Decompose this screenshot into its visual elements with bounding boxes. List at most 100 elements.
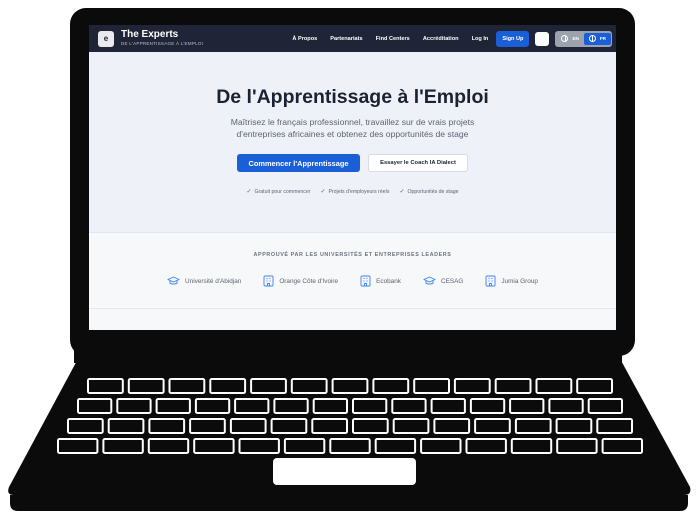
keyboard-key — [352, 398, 388, 414]
section-divider — [89, 308, 616, 309]
nav-link-partenariats[interactable]: Partenariats — [330, 36, 362, 42]
keyboard-key — [311, 418, 348, 434]
keyboard-key — [57, 438, 99, 454]
check-icon: ✓ — [399, 189, 405, 195]
globe-icon — [588, 35, 596, 42]
partner-name: Jumia Group — [501, 277, 538, 285]
hero-title: De l'Apprentissage à l'Emploi — [216, 86, 489, 108]
keyboard-key — [469, 398, 506, 414]
keyboard-key — [514, 418, 552, 434]
keyboard-key — [283, 438, 326, 454]
partner-name: CESAG — [440, 277, 464, 285]
keyboard-key — [155, 398, 191, 414]
signup-button[interactable]: Sign Up — [496, 30, 530, 47]
feature-label: Opportunités de stage — [407, 188, 459, 195]
partner-list: Université d'Abidjan Orange Côte d'Ivoir… — [89, 275, 616, 287]
keyboard-key — [352, 418, 389, 434]
keyboard-key — [556, 438, 598, 454]
hero-section: De l'Apprentissage à l'Emploi Maîtrisez … — [89, 52, 616, 232]
language-switcher: EN FR — [555, 30, 612, 47]
feature-label: Projets d'employeurs réels — [328, 188, 390, 195]
keyboard-key — [329, 438, 371, 454]
keyboard-key — [87, 378, 124, 394]
keyboard-key — [331, 378, 369, 394]
brand[interactable]: The Experts DE L'APPRENTISSAGE À L'EMPLO… — [121, 30, 203, 47]
keyboard-key — [67, 418, 104, 434]
keyboard-key — [116, 398, 152, 414]
keyboard-key — [290, 378, 328, 394]
keyboard-key — [270, 418, 308, 434]
laptop-base — [8, 355, 691, 511]
keyboard-key — [374, 438, 417, 454]
keyboard-key — [147, 438, 190, 454]
theme-toggle-button[interactable] — [535, 31, 550, 46]
keyboard-key — [587, 398, 624, 414]
keyboard-key — [596, 418, 633, 434]
partners-title: APPROUVÉ PAR LES UNIVERSITÉS ET ENTREPRI… — [253, 252, 452, 258]
keyboard-key — [209, 378, 247, 394]
partner-item: Ecobank — [360, 275, 401, 287]
keyboard-key — [494, 378, 532, 394]
partner-item: Université d'Abidjan — [167, 275, 241, 287]
partner-item: Orange Côte d'Ivoire — [263, 275, 338, 287]
check-icon: ✓ — [246, 189, 252, 195]
partners-section: APPROUVÉ PAR LES UNIVERSITÉS ET ENTREPRI… — [89, 232, 616, 330]
graduation-cap-icon — [422, 276, 436, 286]
keyboard-key — [234, 398, 270, 414]
try-ai-coach-button[interactable]: Essayer le Coach IA Dialect — [368, 154, 468, 172]
keyboard-key — [391, 398, 427, 414]
keyboard-key — [392, 418, 430, 434]
feature-check: ✓ Projets d'employeurs réels — [320, 188, 390, 196]
keyboard-key — [250, 378, 287, 394]
keyboard-key — [194, 398, 231, 414]
brand-name: The Experts — [121, 29, 179, 41]
graduation-cap-icon — [167, 276, 181, 286]
keyboard-key — [372, 378, 410, 394]
keyboard-key — [510, 438, 553, 454]
keyboard-key — [576, 378, 614, 394]
navbar: e The Experts DE L'APPRENTISSAGE À L'EMP… — [89, 25, 616, 52]
login-link[interactable]: Log In — [472, 36, 489, 42]
keyboard-key — [168, 378, 206, 394]
keyboard-key — [601, 438, 643, 454]
partner-name: Université d'Abidjan — [185, 277, 242, 285]
brand-logo[interactable]: e — [98, 30, 114, 47]
nav-link-find-centers[interactable]: Find Centers — [376, 36, 410, 42]
keyboard-key — [102, 438, 144, 454]
nav-link-accreditation[interactable]: Accréditation — [423, 36, 459, 42]
keyboard-key — [509, 398, 545, 414]
browser-screen: e The Experts DE L'APPRENTISSAGE À L'EMP… — [89, 25, 616, 330]
keyboard-key — [548, 398, 584, 414]
lang-en-label: EN — [572, 36, 579, 41]
keyboard-key — [148, 418, 186, 434]
partner-name: Orange Côte d'Ivoire — [279, 277, 339, 285]
start-learning-button[interactable]: Commencer l'Apprentissage — [237, 154, 360, 172]
lang-en-button[interactable]: EN — [556, 33, 583, 45]
keyboard-key — [413, 378, 451, 394]
keyboard-key — [229, 418, 267, 434]
keyboard-key — [453, 378, 491, 394]
keyboard-key — [535, 378, 573, 394]
building-icon — [485, 275, 496, 287]
keyboard-key — [465, 438, 507, 454]
nav-links: À Propos Partenariats Find Centers Accré… — [279, 30, 612, 47]
keyboard-key — [474, 418, 511, 434]
keyboard-key — [238, 438, 280, 454]
feature-check: ✓ Opportunités de stage — [399, 188, 459, 196]
keyboard-key — [189, 418, 226, 434]
globe-icon — [561, 35, 569, 42]
keyboard-key — [420, 438, 462, 454]
partner-item: Jumia Group — [485, 275, 538, 287]
feature-check: ✓ Gratuit pour commencer — [246, 188, 310, 196]
keyboard-key — [77, 398, 113, 414]
keyboard-key — [430, 398, 466, 414]
lang-fr-label: FR — [599, 36, 606, 41]
nav-link-a-propos[interactable]: À Propos — [292, 36, 317, 42]
lang-fr-button[interactable]: FR — [583, 32, 611, 45]
feature-checks: ✓ Gratuit pour commencer ✓ Projets d'emp… — [89, 188, 616, 196]
building-icon — [263, 275, 274, 287]
keyboard-key — [433, 418, 471, 434]
partner-item: CESAG — [422, 275, 464, 287]
partner-name: Ecobank — [376, 277, 401, 285]
keyboard-key — [555, 418, 593, 434]
